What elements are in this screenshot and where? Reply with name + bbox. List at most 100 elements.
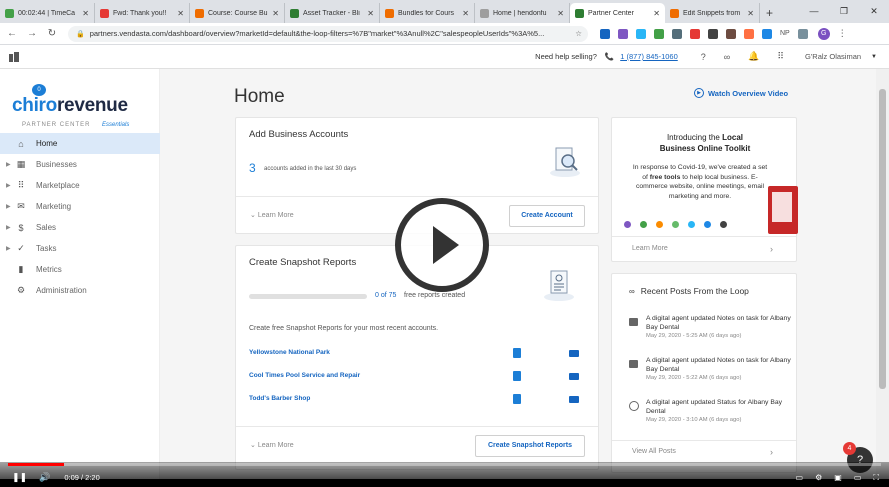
browser-tab[interactable]: Asset Tracker - Bli ✕ [285,3,380,23]
browser-tab[interactable]: Fwd: Thank you!! ✕ [95,3,190,23]
maximize-button[interactable]: ❐ [829,0,859,23]
theater-mode-icon[interactable]: ▭ [854,473,862,483]
create-report-icon[interactable] [513,348,521,358]
close-window-button[interactable]: ✕ [859,0,889,23]
browser-tab[interactable]: Bundles for Cours ✕ [380,3,475,23]
sidebar-item-businesses[interactable]: ▶ ▦ Businesses [0,154,160,175]
tab-close-icon[interactable]: ✕ [747,9,754,18]
back-button[interactable]: ← [4,28,20,39]
view-all-posts-link[interactable]: View All Posts [632,448,676,455]
chat-badge: 4 [843,442,856,455]
tab-close-icon[interactable]: ✕ [367,9,374,18]
store-icon[interactable] [569,350,579,357]
bell-icon[interactable]: 🔔 [748,51,759,62]
browser-tab-strip: 00:02:44 | TimeCa ✕ Fwd: Thank you!! ✕ Cours… [0,0,889,23]
post-text: A digital agent updated Notes on task fo… [646,315,791,331]
extension-icon[interactable] [726,28,736,39]
accounts-note: accounts added in the last 30 days [264,166,357,172]
sidebar-item-tasks[interactable]: ▶ ✓ Tasks [0,238,160,259]
extension-icon[interactable] [618,28,628,39]
business-link[interactable]: Cool Times Pool Service and Repair [249,372,360,379]
tab-close-icon[interactable]: ✕ [653,9,660,18]
tab-close-icon[interactable]: ✕ [82,9,89,18]
tab-favicon-icon [5,8,14,18]
extension-icon[interactable] [600,28,610,39]
sidebar-item-home[interactable]: ⌂ Home [0,133,160,154]
sidebar-item-metrics[interactable]: ▮ Metrics [0,259,160,280]
tool-dot-icon [720,221,727,228]
page-scrollbar[interactable] [876,69,889,479]
extensions-puzzle-icon[interactable] [797,28,808,39]
create-report-icon[interactable] [513,394,521,404]
post-date: May 29, 2020 - 5:25 AM (6 days ago) [646,333,742,339]
sidebar-item-marketplace[interactable]: ▶ ⠿ Marketplace [0,175,160,196]
settings-gear-icon[interactable]: ⚙ [815,473,822,483]
apps-grid-icon[interactable]: ⠿ [777,51,784,62]
video-play-button[interactable] [395,198,489,292]
sidebar-item-marketing[interactable]: ▶ ✉ Marketing [0,196,160,217]
browser-tab[interactable]: Course: Course Bu ✕ [190,3,285,23]
user-menu[interactable]: G'Ralz Olasiman [805,52,861,61]
browser-tab[interactable]: Edit Snippets from ✕ [665,3,760,23]
edition-label: Essentials [102,122,130,128]
app-top-bar: Need help selling? 📞 1 (877) 845-1060 ? … [0,45,889,69]
watch-overview-video-link[interactable]: ▶ Watch Overview Video [694,88,788,98]
chevron-down-icon[interactable]: ▼ [871,54,877,60]
bookmark-star-icon[interactable]: ☆ [575,29,582,38]
sidebar-item-administration[interactable]: ⚙ Administration [0,280,160,301]
video-progress-bar[interactable] [8,463,881,466]
new-tab-button[interactable]: + [760,3,779,23]
tab-close-icon[interactable]: ✕ [177,9,184,18]
learn-more-link[interactable]: Learn More [632,245,668,252]
post-text: A digital agent updated Notes on task fo… [646,357,791,373]
browser-tab[interactable]: Partner Center ✕ [570,3,665,23]
profile-avatar[interactable]: G [817,27,830,40]
create-snapshot-reports-button[interactable]: Create Snapshot Reports [475,435,585,457]
accounts-count: 3 [249,161,256,175]
create-account-button[interactable]: Create Account [509,205,585,227]
sidebar-item-sales[interactable]: ▶ $ Sales [0,217,160,238]
store-icon[interactable] [569,396,579,403]
extension-icon[interactable] [672,28,682,39]
tab-close-icon[interactable]: ✕ [557,9,564,18]
pause-icon[interactable]: ❚❚ [12,472,27,483]
business-link[interactable]: Todd's Barber Shop [249,395,310,402]
extension-icon[interactable] [708,28,718,39]
tool-dot-icon [640,221,647,228]
minimize-button[interactable]: — [799,0,829,23]
extension-icon[interactable] [744,28,754,39]
extension-icon[interactable] [762,28,772,39]
store-icon[interactable] [569,373,579,380]
browser-tab[interactable]: 00:02:44 | TimeCa ✕ [0,3,95,23]
fullscreen-icon[interactable]: ⛶ [873,473,879,483]
chevron-right-icon[interactable]: › [770,244,773,254]
forward-button[interactable]: → [24,28,40,39]
browser-tab[interactable]: Home | hendonfu ✕ [475,3,570,23]
captions-icon[interactable]: ▭ [796,473,804,483]
extension-icon[interactable] [690,28,700,39]
tab-close-icon[interactable]: ✕ [462,9,469,18]
learn-more-link[interactable]: ⌄ Learn More [250,441,294,449]
tab-label: 00:02:44 | TimeCa [18,9,76,17]
tool-dot-icon [688,221,695,228]
brand-logo[interactable]: 0 chirorevenue PARTNER CENTER Essentials [10,81,150,131]
volume-icon[interactable]: 🔊 [39,472,50,483]
reload-button[interactable]: ↻ [44,28,60,39]
chevron-right-icon[interactable]: › [770,447,773,457]
extensions-bar: NP [596,28,812,39]
url-field[interactable]: 🔒 partners.vendasta.com/dashboard/overvi… [68,25,588,42]
extension-icon[interactable] [654,28,664,39]
create-report-icon[interactable] [513,371,521,381]
help-icon[interactable]: ? [701,52,706,62]
sidebar-item-label: Administration [36,286,87,295]
business-link[interactable]: Yellowstone National Park [249,349,330,356]
snapshot-progress-bar [249,294,367,299]
extension-np[interactable]: NP [780,30,790,37]
phone-link[interactable]: 1 (877) 845-1060 [620,52,678,61]
loop-icon[interactable]: ∞ [724,52,730,62]
extension-icon[interactable] [636,28,646,39]
miniplayer-icon[interactable]: ▣ [834,473,842,483]
learn-more-link[interactable]: ⌄ Learn More [250,211,294,219]
tab-close-icon[interactable]: ✕ [272,9,279,18]
browser-menu-icon[interactable]: ⋮ [838,28,847,39]
